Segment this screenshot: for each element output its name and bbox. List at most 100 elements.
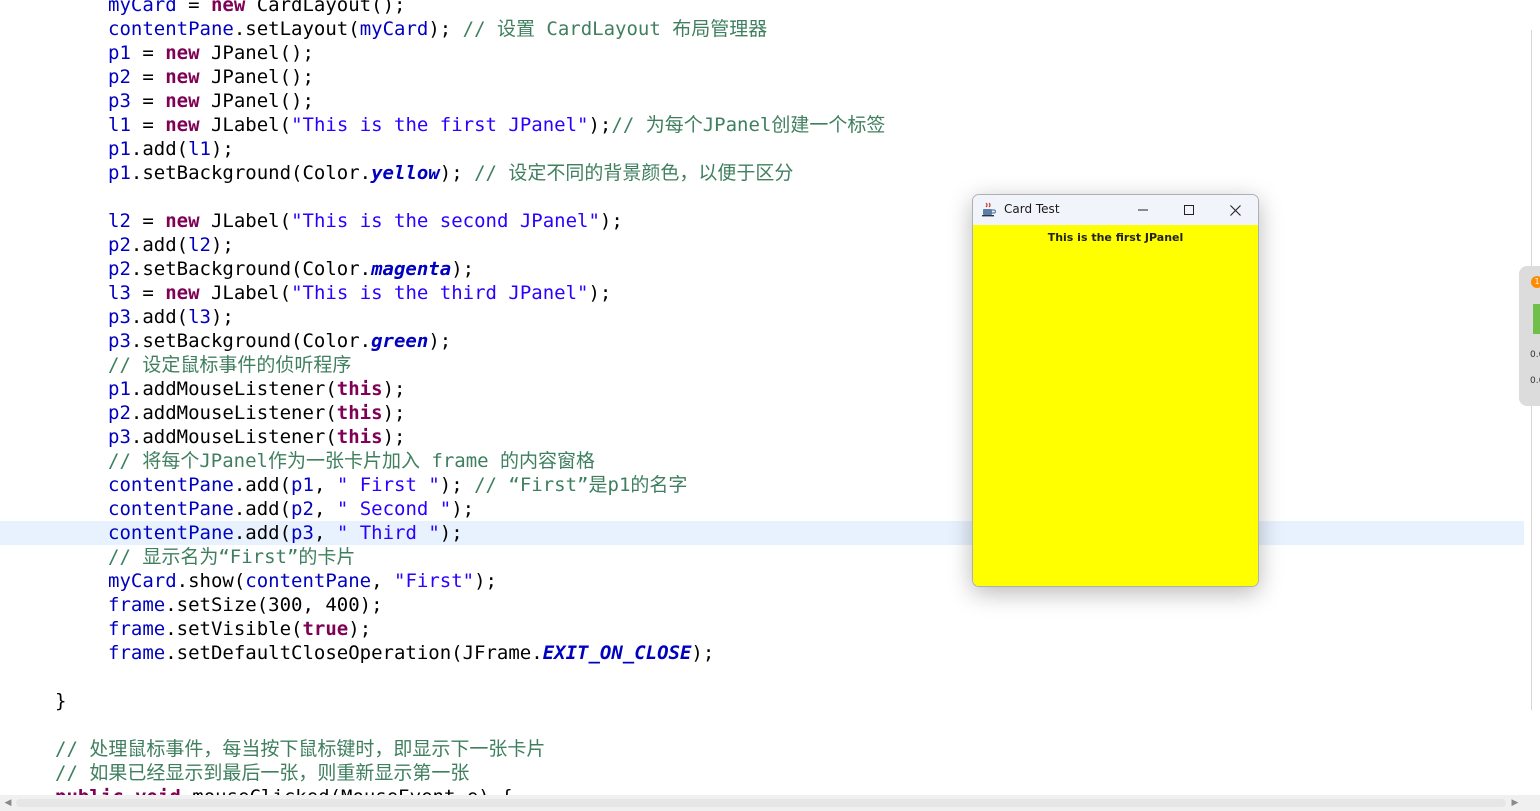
window-titlebar[interactable]: Card Test xyxy=(973,195,1258,225)
code-token: , xyxy=(371,570,395,592)
minimize-button[interactable] xyxy=(1120,195,1166,225)
widget-value-1: 0.6 xyxy=(1530,350,1540,360)
code-token: // 为每个JPanel创建一个标签 xyxy=(611,114,886,136)
code-line[interactable]: l1 = new JLabel("This is the first JPane… xyxy=(0,113,885,137)
code-line[interactable]: l2 = new JLabel("This is the second JPan… xyxy=(0,209,623,233)
scroll-left-icon[interactable]: ◀ xyxy=(0,795,16,811)
code-token: frame xyxy=(108,618,166,640)
code-line[interactable]: p1 = new JPanel(); xyxy=(0,41,314,65)
code-token: .addMouseListener( xyxy=(130,402,337,424)
code-line[interactable]: p3.addMouseListener(this); xyxy=(0,425,405,449)
code-editor[interactable]: myCard = new CardLayout(); contentPane.se… xyxy=(0,0,1524,795)
code-token: // “First”是p1的名字 xyxy=(462,474,688,496)
code-line[interactable]: frame.setSize(300, 400); xyxy=(0,593,383,617)
card-panel-first[interactable]: This is the first JPanel xyxy=(973,225,1258,586)
code-line[interactable]: p1.setBackground(Color.yellow); // 设定不同的… xyxy=(0,161,793,185)
code-line[interactable]: frame.setDefaultCloseOperation(JFrame.EX… xyxy=(0,641,714,665)
code-line[interactable]: // 设定鼠标事件的侦听程序 xyxy=(0,353,351,377)
code-token: ); xyxy=(439,474,463,496)
code-token: contentPane xyxy=(108,474,234,496)
code-line[interactable]: contentPane.add(p1, " First "); // “Firs… xyxy=(0,473,687,497)
horizontal-scrollbar-thumb[interactable] xyxy=(16,799,1506,807)
side-performance-widget[interactable]: 1 0.6 0.6 xyxy=(1519,266,1540,406)
code-token: ); xyxy=(210,306,234,328)
code-token: EXIT_ON_CLOSE xyxy=(542,642,692,664)
code-line[interactable]: // 如果已经显示到最后一张，则重新显示第一张 xyxy=(0,761,469,785)
code-token: "This is the second JPanel" xyxy=(291,210,600,232)
code-line[interactable]: } xyxy=(0,689,66,713)
code-token: // 设置 CardLayout 布局管理器 xyxy=(451,18,768,40)
code-token: = xyxy=(130,210,166,232)
code-line[interactable]: public void mouseClicked(MouseEvent e) { xyxy=(0,785,513,795)
code-line[interactable]: // 显示名为“First”的卡片 xyxy=(0,545,355,569)
widget-value-2: 0.6 xyxy=(1530,376,1540,386)
code-line[interactable]: p2.addMouseListener(this); xyxy=(0,401,405,425)
code-token: ); xyxy=(428,18,452,40)
code-token: JPanel(); xyxy=(199,66,314,88)
code-token: ); xyxy=(451,498,475,520)
code-token: .setSize(300, 400); xyxy=(165,594,383,616)
card-test-window[interactable]: Card Test This is the first JPanel xyxy=(972,194,1259,587)
maximize-icon xyxy=(1184,205,1194,215)
code-token: ); xyxy=(439,522,463,544)
code-token: = xyxy=(176,0,211,16)
code-line[interactable]: p2.setBackground(Color.magenta); xyxy=(0,257,474,281)
code-token: p2 xyxy=(108,402,131,424)
code-line[interactable]: frame.setVisible(true); xyxy=(0,617,371,641)
code-token: void xyxy=(135,786,181,795)
code-token: "This is the first JPanel" xyxy=(291,114,589,136)
horizontal-scrollbar[interactable]: ◀ ▶ xyxy=(0,795,1540,811)
code-token: // 将每个JPanel作为一张卡片加入 frame 的内容窗格 xyxy=(108,450,596,472)
code-line[interactable]: p3 = new JPanel(); xyxy=(0,89,314,113)
code-line[interactable]: myCard.show(contentPane, "First"); xyxy=(0,569,497,593)
code-token: .add( xyxy=(233,474,292,496)
code-line[interactable]: p2.add(l2); xyxy=(0,233,234,257)
close-button[interactable] xyxy=(1212,195,1258,225)
code-token: new xyxy=(165,66,200,88)
code-token: .setDefaultCloseOperation(JFrame. xyxy=(165,642,543,664)
code-line[interactable] xyxy=(0,713,2,737)
code-line[interactable]: p1.add(l1); xyxy=(0,137,234,161)
code-token: .addMouseListener( xyxy=(130,378,337,400)
code-line[interactable]: // 将每个JPanel作为一张卡片加入 frame 的内容窗格 xyxy=(0,449,595,473)
code-token: new xyxy=(165,114,200,136)
code-token: JPanel(); xyxy=(199,42,314,64)
code-line[interactable] xyxy=(0,665,2,689)
scroll-right-icon[interactable]: ▶ xyxy=(1507,795,1523,811)
code-token: this xyxy=(336,402,383,424)
code-token: p3 xyxy=(291,522,314,544)
code-token: // 如果已经显示到最后一张，则重新显示第一张 xyxy=(55,762,470,784)
code-line[interactable]: p1.addMouseListener(this); xyxy=(0,377,405,401)
code-token: JLabel( xyxy=(199,210,292,232)
code-line-current[interactable]: contentPane.add(p3, " Third "); xyxy=(0,521,1524,545)
code-line[interactable]: p2 = new JPanel(); xyxy=(0,65,314,89)
code-line[interactable]: l3 = new JLabel("This is the third JPane… xyxy=(0,281,611,305)
code-token: ); xyxy=(210,234,234,256)
code-token: ); xyxy=(474,570,497,592)
code-line[interactable]: contentPane.add(p2, " Second "); xyxy=(0,497,474,521)
code-token: CardLayout(); xyxy=(245,0,406,16)
code-token: .setBackground(Color. xyxy=(130,258,372,280)
code-token: p3 xyxy=(108,426,131,448)
code-line[interactable]: myCard = new CardLayout(); xyxy=(0,0,405,17)
code-line[interactable]: p3.add(l3); xyxy=(0,305,234,329)
code-line[interactable]: p3.setBackground(Color.green); xyxy=(0,329,451,353)
code-token: yellow xyxy=(371,162,440,184)
code-token: .setLayout( xyxy=(233,18,360,40)
code-line[interactable]: contentPane.setLayout(myCard); // 设置 Car… xyxy=(0,17,767,41)
code-token: magenta xyxy=(371,258,452,280)
code-line[interactable]: // 处理鼠标事件，每当按下鼠标键时，即显示下一张卡片 xyxy=(0,737,545,761)
code-token: = xyxy=(130,42,166,64)
java-cup-icon xyxy=(982,202,997,217)
code-token: frame xyxy=(108,594,166,616)
code-token: p2 xyxy=(108,66,131,88)
code-token: public xyxy=(55,786,124,795)
code-token: = xyxy=(130,66,166,88)
code-token: frame xyxy=(108,642,166,664)
code-token: .show( xyxy=(176,570,246,592)
code-line[interactable] xyxy=(0,185,2,209)
maximize-button[interactable] xyxy=(1166,195,1212,225)
code-token: .add( xyxy=(130,138,189,160)
code-token: new xyxy=(165,90,200,112)
code-token: green xyxy=(371,330,429,352)
